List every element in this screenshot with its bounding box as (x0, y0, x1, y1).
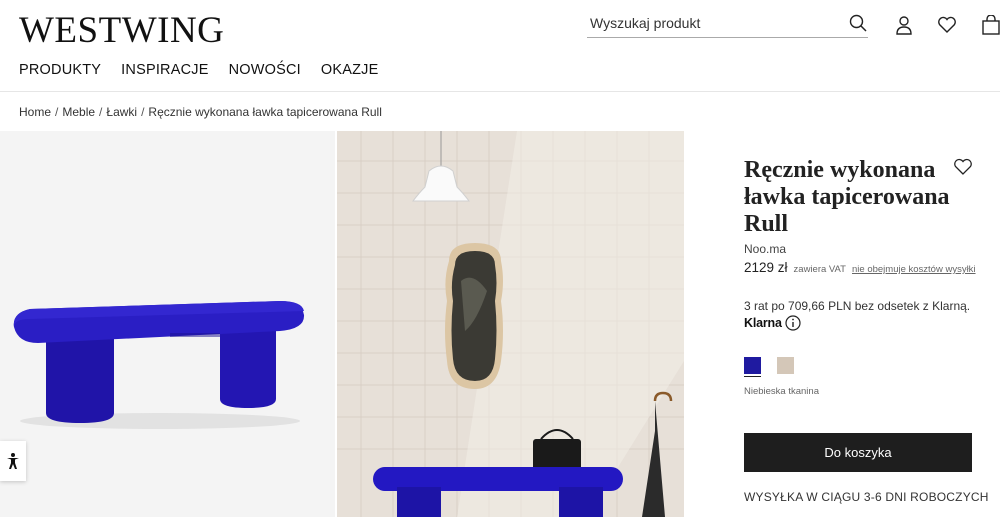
bag-icon[interactable] (980, 14, 1000, 36)
info-icon[interactable] (785, 315, 801, 331)
search-field[interactable]: Wyszukaj produkt (587, 8, 868, 38)
delivery-time: WYSYŁKA W CIĄGU 3-6 DNI ROBOCZYCH (744, 490, 989, 504)
klarna-logo: Klarna (744, 316, 782, 330)
vat-note: zawiera VAT (793, 264, 846, 275)
nav-produkty[interactable]: PRODUKTY (19, 62, 101, 78)
breadcrumb-current: Ręcznie wykonana ławka tapicerowana Rull (148, 105, 382, 119)
color-swatch-blue[interactable] (744, 357, 761, 374)
search-icon[interactable] (848, 13, 868, 33)
nav-nowosci[interactable]: NOWOŚCI (229, 62, 301, 78)
breadcrumb-lawki[interactable]: Ławki (106, 105, 137, 119)
breadcrumb-separator: / (141, 105, 145, 119)
accessibility-button[interactable] (0, 441, 26, 481)
breadcrumb-separator: / (55, 105, 59, 119)
logo[interactable]: WESTWING (19, 9, 224, 52)
product-title: Ręcznie wykonana ławka tapicerowana Rull (744, 157, 950, 237)
accessibility-icon (5, 452, 21, 470)
nav-okazje[interactable]: OKAZJE (321, 62, 379, 78)
breadcrumb-meble[interactable]: Meble (62, 105, 95, 119)
product-image-main[interactable] (0, 131, 335, 517)
user-icon[interactable] (893, 14, 915, 36)
breadcrumb: Home / Meble / Ławki / Ręcznie wykonana … (19, 105, 382, 119)
swatch-selected-indicator (744, 376, 761, 377)
heart-icon[interactable] (936, 14, 958, 36)
breadcrumb-home[interactable]: Home (19, 105, 51, 119)
color-swatch-beige[interactable] (777, 357, 794, 374)
main-nav: PRODUKTY INSPIRACJE NOWOŚCI OKAZJE (19, 62, 379, 78)
price-row: 2129 zł zawiera VAT nie obejmuje kosztów… (744, 260, 976, 275)
selected-color-name: Niebieska tkanina (744, 386, 819, 397)
installments-text: 3 rat po 709,66 PLN bez odsetek z Klarną… (744, 299, 971, 313)
shipping-cost-link[interactable]: nie obejmuje kosztów wysyłki (852, 264, 976, 275)
header-divider (0, 91, 1000, 92)
add-to-cart-button[interactable]: Do koszyka (744, 433, 972, 472)
wishlist-heart-icon[interactable] (953, 158, 975, 180)
klarna-info: Klarna (744, 315, 801, 331)
breadcrumb-separator: / (99, 105, 103, 119)
product-image-interior[interactable] (337, 131, 684, 517)
nav-inspiracje[interactable]: INSPIRACJE (121, 62, 208, 78)
search-input[interactable]: Wyszukaj produkt (590, 15, 700, 31)
product-price: 2129 zł (744, 260, 788, 275)
product-brand[interactable]: Noo.ma (744, 242, 786, 256)
